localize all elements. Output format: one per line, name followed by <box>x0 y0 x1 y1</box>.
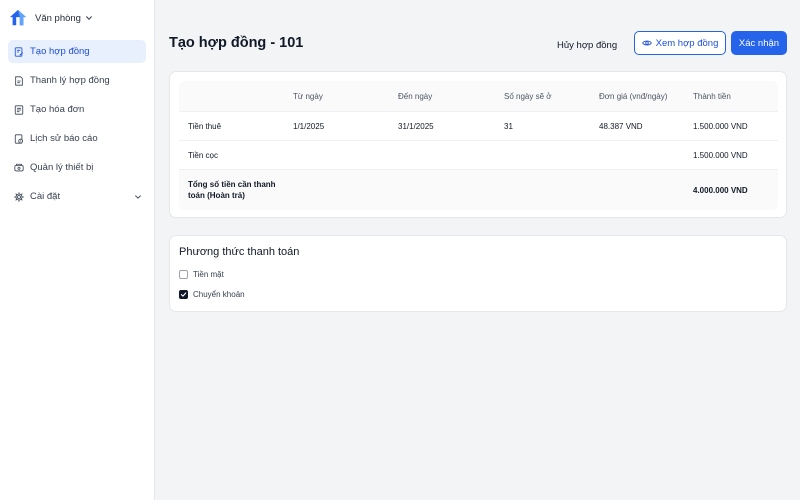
payment-option-transfer[interactable]: Chuyển khoản <box>179 290 245 299</box>
table-cell <box>504 141 594 169</box>
payment-option-label: Chuyển khoản <box>193 290 245 299</box>
table-cell: 1/1/2025 <box>293 121 325 131</box>
fee-table-card: Từ ngày Đến ngày Số ngày sẽ ở Đơn giá (v… <box>169 71 787 218</box>
sidebar-item-create-contract[interactable]: Tạo hợp đồng <box>8 40 146 63</box>
total-label: Tổng số tiền cần thanh toán (Hoàn trả) <box>188 180 276 200</box>
sidebar-item-liquidate-contract[interactable]: Thanh lý hợp đồng <box>8 69 146 92</box>
table-cell: 1.500.000 VND <box>693 121 748 131</box>
column-header: Đơn giá (vnđ/ngày) <box>599 91 668 101</box>
transfer-checkbox[interactable] <box>179 290 188 299</box>
column-header: Số ngày sẽ ở <box>504 91 552 101</box>
workspace-switcher[interactable]: Văn phòng <box>0 0 154 36</box>
house-logo-icon <box>9 9 27 26</box>
sidebar-item-report-history[interactable]: Lịch sử báo cáo <box>8 127 146 150</box>
table-cell: Tiền thuê <box>188 121 222 131</box>
chevron-down-icon <box>135 194 141 199</box>
chevron-down-icon <box>86 16 92 20</box>
sidebar-item-label: Lịch sử báo cáo <box>30 133 98 144</box>
device-icon <box>14 163 24 171</box>
table-cell: 48.387 VND <box>599 121 643 131</box>
contract-icon <box>14 46 24 57</box>
sidebar-item-label: Quản lý thiết bị <box>30 162 94 173</box>
sidebar-item-label: Thanh lý hợp đồng <box>30 75 110 86</box>
confirm-button[interactable]: Xác nhận <box>731 31 787 55</box>
table-cell <box>599 141 689 169</box>
table-total-row: Tổng số tiền cần thanh toán (Hoàn trả) 4… <box>179 169 778 210</box>
view-contract-button[interactable]: Xem hợp đồng <box>634 31 726 55</box>
main-content: Tạo hợp đồng - 101 Hủy hợp đồng Xem hợp … <box>155 0 800 500</box>
column-header <box>188 81 288 111</box>
eye-icon <box>641 40 652 46</box>
table-row: Tiền cọc 1.500.000 VND <box>179 140 778 169</box>
table-cell <box>398 141 498 169</box>
cancel-contract-button[interactable]: Hủy hợp đồng <box>557 36 617 54</box>
workspace-name: Văn phòng <box>35 12 81 24</box>
column-header: Từ ngày <box>293 91 323 101</box>
gear-icon <box>14 191 24 202</box>
column-header: Thành tiền <box>693 91 731 101</box>
table-cell: 31/1/2025 <box>398 121 434 131</box>
sidebar-item-device-management[interactable]: Quản lý thiết bị <box>8 156 146 179</box>
table-cell: Tiền cọc <box>188 150 218 160</box>
total-value: 4.000.000 VND <box>693 185 748 195</box>
payment-method-title: Phương thức thanh toán <box>179 246 300 258</box>
column-header: Đến ngày <box>398 91 433 101</box>
sidebar-item-settings[interactable]: Cài đặt <box>8 185 146 208</box>
sidebar-item-create-invoice[interactable]: Tạo hóa đơn <box>8 98 146 121</box>
table-cell: 31 <box>504 121 513 131</box>
sidebar-item-label: Cài đặt <box>30 191 61 202</box>
view-contract-label: Xem hợp đồng <box>655 37 719 49</box>
report-history-icon <box>14 133 23 144</box>
invoice-icon <box>14 104 24 115</box>
table-header-row: Từ ngày Đến ngày Số ngày sẽ ở Đơn giá (v… <box>179 81 778 111</box>
payment-method-card: Phương thức thanh toán Tiền mặt Chuyển k… <box>169 235 787 312</box>
table-cell <box>293 141 393 169</box>
document-icon <box>15 75 23 86</box>
page-title: Tạo hợp đồng - 101 <box>169 35 304 51</box>
table-cell: 1.500.000 VND <box>693 150 748 160</box>
cash-checkbox[interactable] <box>179 270 188 279</box>
payment-option-cash[interactable]: Tiền mặt <box>179 270 224 279</box>
sidebar-nav: Tạo hợp đồng Thanh lý hợp đồng Tạo hóa đ… <box>0 36 154 208</box>
sidebar-item-label: Tạo hợp đồng <box>30 46 90 57</box>
checkmark-icon <box>180 292 187 297</box>
sidebar-item-label: Tạo hóa đơn <box>30 104 85 115</box>
sidebar: Văn phòng Tạo hợp đồng Thanh lý hợp đồng <box>0 0 155 500</box>
payment-option-label: Tiền mặt <box>193 270 224 279</box>
fee-table: Từ ngày Đến ngày Số ngày sẽ ở Đơn giá (v… <box>179 81 778 210</box>
table-row: Tiền thuê 1/1/2025 31/1/2025 31 48.387 V… <box>179 111 778 140</box>
